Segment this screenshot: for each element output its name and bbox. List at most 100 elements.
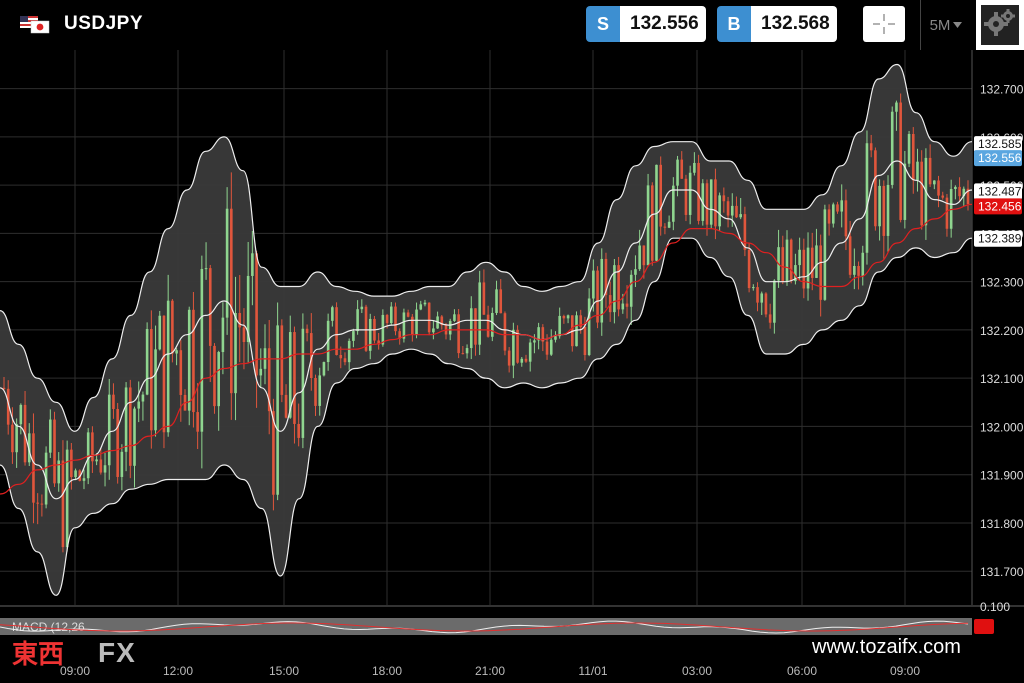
candle-body bbox=[347, 340, 351, 363]
candle-body bbox=[284, 394, 288, 418]
candle-body bbox=[406, 312, 410, 317]
y-tick-label: 132.100 bbox=[980, 372, 1024, 386]
candle-body bbox=[95, 459, 98, 462]
timeframe-selector[interactable]: 5M bbox=[920, 0, 971, 50]
candle-body bbox=[730, 205, 734, 216]
candle-body bbox=[667, 221, 671, 228]
candle-body bbox=[469, 308, 473, 349]
candle-body bbox=[171, 300, 174, 354]
candle-body bbox=[592, 270, 595, 299]
candle-body bbox=[91, 432, 94, 462]
x-tick-label: 03:00 bbox=[682, 664, 712, 678]
candle-body bbox=[314, 377, 317, 406]
candle-body bbox=[520, 358, 524, 363]
candle-body bbox=[491, 312, 494, 337]
candle-body bbox=[718, 195, 721, 227]
crosshair-button[interactable] bbox=[863, 6, 905, 42]
candle-body bbox=[221, 317, 225, 353]
candle-body bbox=[764, 293, 768, 315]
candle-body bbox=[103, 465, 107, 473]
candle-body bbox=[150, 329, 153, 431]
candle-body bbox=[562, 315, 566, 319]
candle-body bbox=[848, 236, 852, 275]
candle-body bbox=[128, 387, 132, 466]
watermark-site: www.tozaifx.com bbox=[812, 636, 961, 658]
candle-body bbox=[486, 314, 490, 337]
y-tick-label: 132.200 bbox=[980, 324, 1024, 338]
candle-body bbox=[781, 247, 785, 282]
candle-body bbox=[36, 502, 39, 504]
candle-body bbox=[141, 394, 145, 402]
y-tick-label: 131.800 bbox=[980, 517, 1024, 531]
price-chart[interactable]: 132.700132.600132.500132.400132.300132.2… bbox=[0, 50, 1024, 683]
x-tick-label: 06:00 bbox=[787, 664, 817, 678]
candle-body bbox=[423, 302, 427, 305]
candle-body bbox=[158, 315, 162, 350]
candle-body bbox=[217, 352, 220, 407]
x-tick-label: 18:00 bbox=[372, 664, 402, 678]
candle-body bbox=[760, 293, 764, 303]
candle-body bbox=[82, 478, 86, 481]
buy-button[interactable]: B 132.568 bbox=[717, 6, 837, 42]
candle-body bbox=[70, 449, 73, 478]
candle-body bbox=[920, 161, 923, 226]
symbol-title[interactable]: USDJPY bbox=[64, 13, 143, 35]
x-tick-label: 09:00 bbox=[890, 664, 920, 678]
y-tick-label: 131.900 bbox=[980, 469, 1024, 483]
candle-body bbox=[895, 102, 898, 112]
candle-body bbox=[482, 282, 486, 315]
candle-body bbox=[958, 186, 961, 197]
candle-body bbox=[937, 180, 940, 196]
candle-body bbox=[789, 239, 793, 282]
candle-body bbox=[865, 143, 869, 253]
candle-body bbox=[154, 349, 157, 431]
candle-body bbox=[107, 394, 111, 466]
candle-body bbox=[352, 331, 355, 341]
candle-body bbox=[545, 341, 549, 355]
sell-button[interactable]: S 132.556 bbox=[586, 6, 706, 42]
candle-body bbox=[642, 245, 646, 266]
candle-body bbox=[836, 204, 839, 212]
candle-body bbox=[389, 306, 393, 324]
candle-body bbox=[53, 419, 56, 484]
candle-body bbox=[457, 314, 460, 354]
candle-body bbox=[882, 185, 886, 236]
settings-button[interactable] bbox=[976, 0, 1024, 50]
candle-body bbox=[672, 185, 675, 222]
price-label: 132.389 bbox=[978, 232, 1022, 246]
candle-body bbox=[61, 460, 65, 548]
candle-body bbox=[255, 253, 258, 376]
watermark-kanji: 東西 bbox=[12, 640, 65, 670]
candle-body bbox=[318, 375, 322, 406]
candle-body bbox=[238, 313, 242, 328]
candle-body bbox=[57, 460, 61, 484]
candle-body bbox=[499, 289, 503, 314]
candle-body bbox=[714, 179, 717, 227]
candle-body bbox=[322, 362, 326, 376]
price-label: 132.556 bbox=[978, 151, 1022, 165]
candle-body bbox=[798, 249, 801, 266]
candle-body bbox=[116, 408, 119, 477]
candle-body bbox=[381, 314, 385, 345]
candle-body bbox=[688, 172, 692, 215]
candle-body bbox=[629, 274, 633, 307]
candle-body bbox=[280, 325, 284, 395]
candle-body bbox=[461, 353, 465, 355]
candle-body bbox=[331, 307, 334, 321]
buy-price: 132.568 bbox=[751, 6, 837, 42]
candle-body bbox=[259, 368, 263, 376]
candle-body bbox=[124, 387, 128, 452]
y-tick-label: 131.700 bbox=[980, 565, 1024, 579]
y-tick-label: 132.300 bbox=[980, 276, 1024, 290]
candle-body bbox=[276, 325, 279, 495]
candle-body bbox=[705, 183, 709, 225]
candle-body bbox=[200, 269, 204, 432]
x-tick-label: 21:00 bbox=[475, 664, 505, 678]
candle-body bbox=[680, 159, 684, 179]
candle-body bbox=[32, 433, 35, 503]
caret-down-icon bbox=[953, 22, 963, 28]
candle-body bbox=[507, 350, 511, 366]
candle-body bbox=[684, 178, 688, 215]
candle-body bbox=[360, 306, 364, 310]
candle-body bbox=[596, 270, 599, 323]
